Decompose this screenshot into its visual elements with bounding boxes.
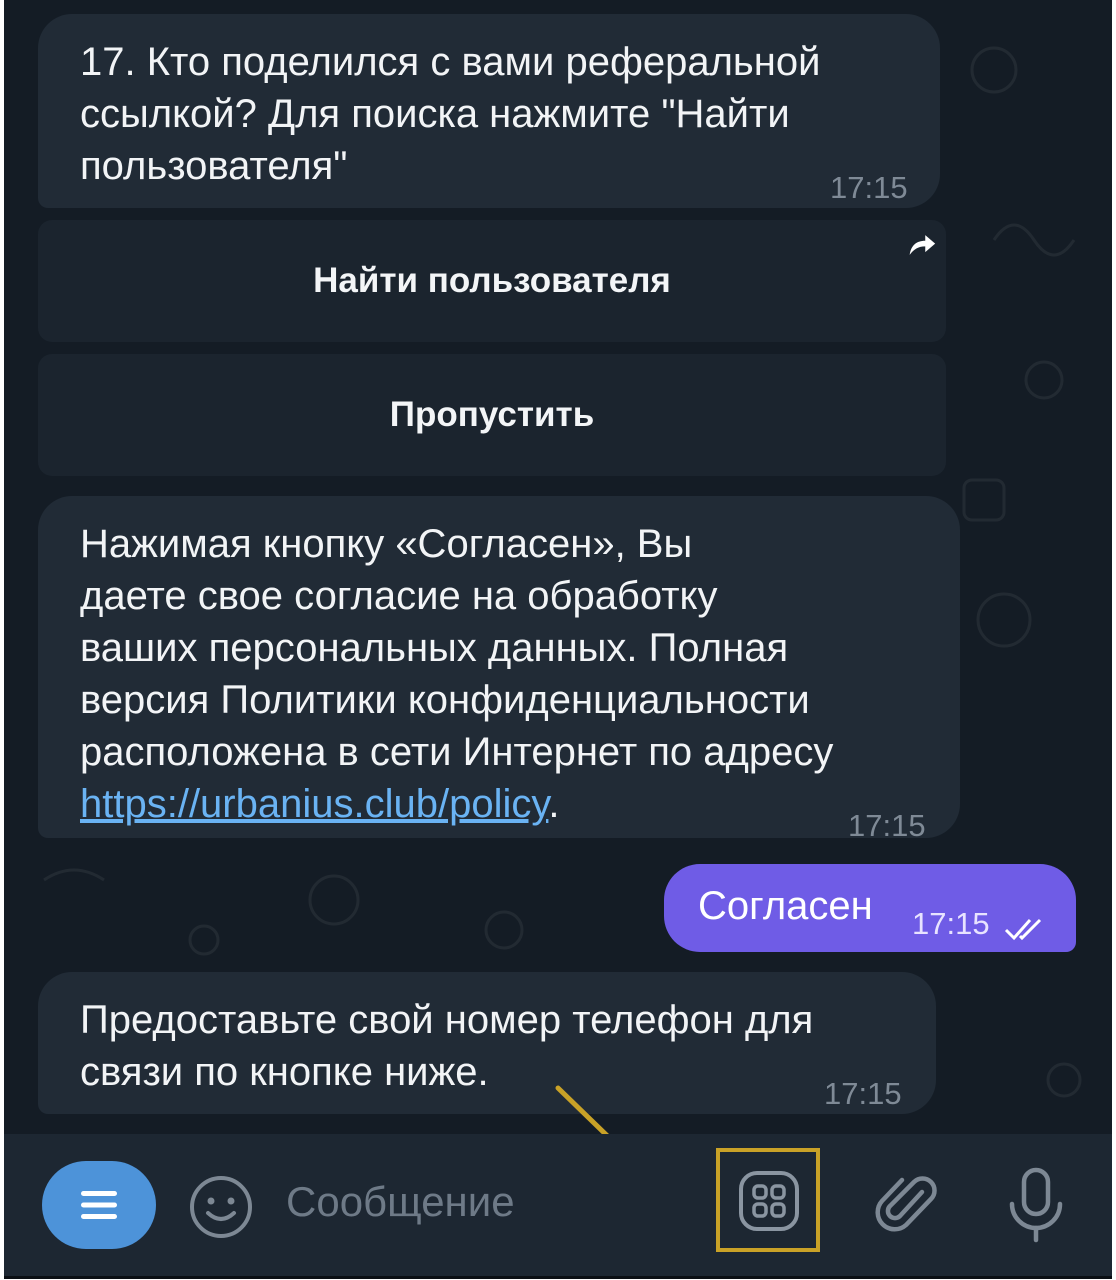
message-input-bar: Сообщение [4,1134,1112,1276]
incoming-message: Предоставьте свой номер телефон для связ… [38,972,936,1114]
skip-button[interactable]: Пропустить [38,354,946,476]
link-suffix: . [548,782,560,826]
find-user-button[interactable]: Найти пользователя [38,220,946,342]
microphone-icon[interactable] [1004,1166,1068,1246]
chat-screen: 17. Кто поделился с вами реферальной ссы… [4,0,1112,1279]
double-check-icon [1004,918,1042,941]
find-user-button-label: Найти пользователя [313,261,671,300]
policy-link[interactable]: https://urbanius.club/policy [80,782,548,826]
forward-icon [909,235,936,255]
message-time: 17:15 [830,170,908,205]
outgoing-text: Согласен [698,884,873,928]
skip-button-label: Пропустить [389,395,595,434]
policy-link-line: https://urbanius.club/policy. [80,778,560,830]
outgoing-message: Согласен 17:15 [664,864,1076,952]
menu-icon [81,1191,117,1219]
emoji-icon[interactable] [188,1174,254,1240]
menu-button[interactable] [42,1161,156,1249]
incoming-message: 17. Кто поделился с вами реферальной ссы… [38,14,940,208]
incoming-message: Нажимая кнопку «Согласен», Вы даете свое… [38,496,960,843]
attach-icon[interactable] [872,1170,942,1240]
outgoing-time: 17:15 [912,906,990,941]
message-time: 17:15 [824,1076,902,1111]
message-text: 17. Кто поделился с вами реферальной ссы… [80,40,821,188]
message-text: Нажимая кнопку «Согласен», Вы даете свое… [80,522,834,774]
message-input[interactable]: Сообщение [286,1178,515,1226]
message-time: 17:15 [848,808,926,843]
bot-keyboard-icon[interactable] [736,1168,802,1234]
